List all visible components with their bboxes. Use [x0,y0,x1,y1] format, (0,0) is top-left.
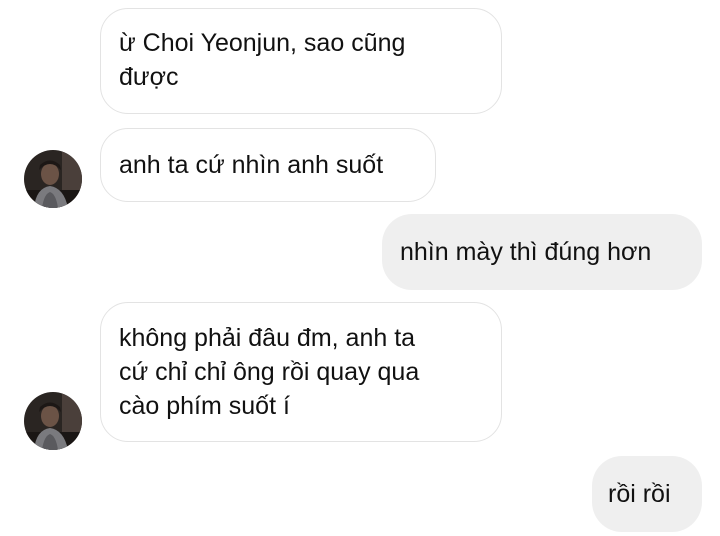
sent-message-bubble[interactable]: nhìn mày thì đúng hơn [382,214,702,290]
message-text: ừ Choi Yeonjun, sao cũng được [119,29,406,91]
received-message-bubble[interactable]: không phải đâu đm, anh ta cứ chỉ chỉ ông… [100,302,502,442]
received-message-bubble[interactable]: anh ta cứ nhìn anh suốt [100,128,436,202]
received-message-bubble[interactable]: ừ Choi Yeonjun, sao cũng được [100,8,502,114]
message-text: không phải đâu đm, anh ta cứ chỉ chỉ ông… [119,324,420,420]
avatar-photo-icon [24,150,82,208]
contact-avatar[interactable] [24,150,82,208]
sent-message-bubble[interactable]: rồi rồi [592,456,702,532]
contact-avatar[interactable] [24,392,82,450]
message-text: rồi rồi [608,480,671,508]
message-text: nhìn mày thì đúng hơn [400,238,652,266]
avatar-photo-icon [24,392,82,450]
message-text: anh ta cứ nhìn anh suốt [119,151,384,179]
